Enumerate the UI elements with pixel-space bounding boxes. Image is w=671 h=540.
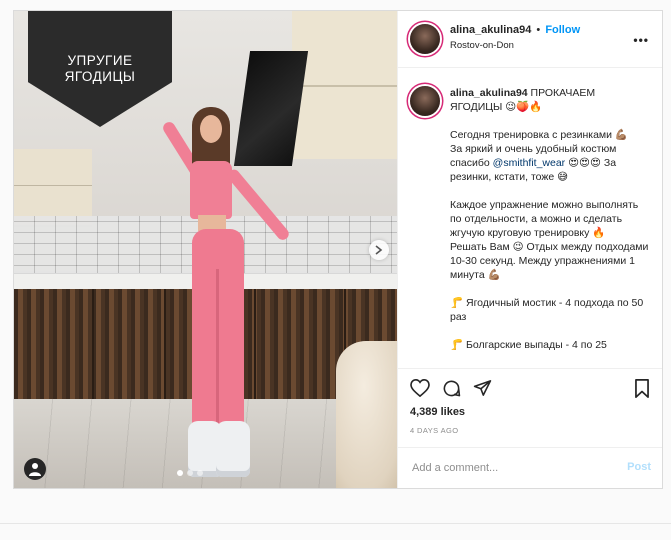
share-icon[interactable] bbox=[473, 379, 492, 402]
post-comment-button[interactable]: Post bbox=[627, 461, 651, 473]
header-separator: • bbox=[536, 24, 541, 36]
caption-text: alina_akulina94 ПРОКАЧАЕМ ЯГОДИЦЫ 😉🍑🔥 Се… bbox=[450, 86, 650, 352]
caption-username[interactable]: alina_akulina94 bbox=[450, 87, 528, 99]
caption-line: 🦵 Болгарские выпады - 4 по 25 bbox=[450, 339, 607, 351]
comment-input[interactable] bbox=[410, 461, 614, 475]
post-timestamp[interactable]: 4 DAYS AGO bbox=[410, 426, 458, 435]
post-header: alina_akulina94 • Follow Rostov-on-Don •… bbox=[398, 11, 662, 68]
bookmark-icon[interactable] bbox=[634, 379, 650, 403]
caption-line: Каждое упражнение можно выполнять по отд… bbox=[450, 199, 642, 239]
caption-mention[interactable]: @smithfit_wear bbox=[493, 157, 566, 169]
page-divider bbox=[0, 523, 671, 524]
author-avatar[interactable] bbox=[410, 24, 440, 54]
carousel-dot bbox=[187, 470, 193, 476]
overlay-title: УПРУГИЕ ЯГОДИЦЫ bbox=[64, 53, 136, 84]
caption-line: 🦵 Ягодичный мостик - 4 подхода по 50 раз bbox=[450, 297, 647, 323]
more-options-icon[interactable]: ••• bbox=[633, 33, 649, 47]
comment-icon[interactable] bbox=[442, 379, 461, 403]
next-slide-button[interactable] bbox=[369, 240, 389, 260]
post-location[interactable]: Rostov-on-Don bbox=[450, 40, 514, 51]
post-card: УПРУГИЕ ЯГОДИЦЫ alina_akulina94 • Follow… bbox=[13, 10, 663, 489]
caption-line: Сегодня тренировка с резинками 💪🏽 bbox=[450, 129, 628, 141]
caption-area: alina_akulina94 ПРОКАЧАЕМ ЯГОДИЦЫ 😉🍑🔥 Се… bbox=[398, 68, 662, 368]
carousel-dot bbox=[177, 470, 183, 476]
follow-button[interactable]: Follow bbox=[545, 24, 580, 36]
carousel-dot bbox=[197, 470, 203, 476]
carousel-indicator bbox=[177, 470, 203, 476]
heart-icon[interactable] bbox=[410, 378, 430, 402]
post-sidebar: alina_akulina94 • Follow Rostov-on-Don •… bbox=[397, 11, 662, 488]
user-tag-icon[interactable] bbox=[24, 458, 46, 480]
post-photo[interactable]: УПРУГИЕ ЯГОДИЦЫ bbox=[14, 11, 397, 488]
actions-bar: 4,389 likes 4 DAYS AGO Post bbox=[398, 368, 662, 488]
author-username[interactable]: alina_akulina94 bbox=[450, 24, 531, 36]
caption-line: Решать Вам 😉 Отдых между подходами 10-30… bbox=[450, 241, 652, 281]
like-count[interactable]: 4,389 likes bbox=[410, 406, 465, 418]
comment-bar: Post bbox=[398, 447, 662, 488]
caption-avatar[interactable] bbox=[410, 86, 440, 116]
author-line: alina_akulina94 • Follow bbox=[450, 24, 580, 36]
